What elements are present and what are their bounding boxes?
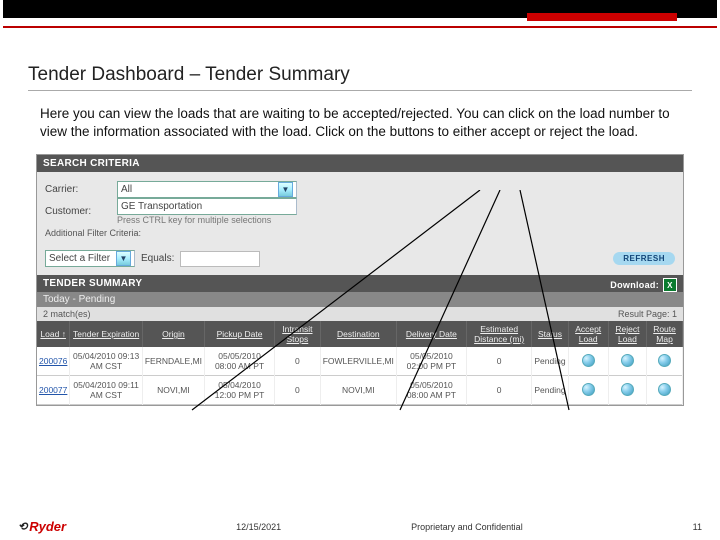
route-map-button[interactable] bbox=[658, 354, 671, 367]
carrier-select[interactable]: All ▼ bbox=[117, 181, 297, 198]
description: Here you can view the loads that are wai… bbox=[28, 105, 692, 140]
col-intransit[interactable]: Intransit Stops bbox=[275, 321, 321, 347]
col-tender-exp[interactable]: Tender Expiration bbox=[70, 321, 142, 347]
table-row: 20007605/04/2010 09:13 AM CSTFERNDALE,MI… bbox=[37, 347, 683, 376]
carrier-label: Carrier: bbox=[45, 184, 107, 195]
col-pickup[interactable]: Pickup Date bbox=[205, 321, 275, 347]
cell-origin: FERNDALE,MI bbox=[142, 347, 204, 376]
cell-pickup: 05/04/2010 12:00 PM PT bbox=[205, 376, 275, 405]
customer-value: GE Transportation bbox=[121, 201, 202, 212]
top-brand-bar bbox=[3, 0, 717, 28]
col-load[interactable]: Load ↑ bbox=[37, 321, 70, 347]
col-delivery[interactable]: Delivery Date bbox=[396, 321, 466, 347]
col-dest[interactable]: Destination bbox=[320, 321, 396, 347]
cell-pickup: 05/05/2010 08:00 AM PT bbox=[205, 347, 275, 376]
summary-header-text: TENDER SUMMARY bbox=[43, 278, 142, 289]
download-label: Download: bbox=[610, 280, 659, 290]
chevron-down-icon: ▼ bbox=[278, 182, 293, 197]
load-link[interactable]: 200076 bbox=[39, 356, 67, 366]
equals-label: Equals: bbox=[141, 253, 174, 264]
multi-hint: Press CTRL key for multiple selections bbox=[117, 215, 297, 225]
table-row: 20007705/04/2010 09:11 AM CSTNOVI,MI05/0… bbox=[37, 376, 683, 405]
carrier-value: All bbox=[121, 184, 132, 195]
summary-subhead: Today - Pending bbox=[37, 292, 683, 307]
result-page: Result Page: 1 bbox=[618, 309, 677, 319]
footer: ⟲Ryder 12/15/2021 Proprietary and Confid… bbox=[0, 519, 720, 534]
col-map: Route Map bbox=[647, 321, 683, 347]
search-header: SEARCH CRITERIA bbox=[37, 155, 683, 172]
col-origin[interactable]: Origin bbox=[142, 321, 204, 347]
summary-header: TENDER SUMMARY Download: X bbox=[37, 275, 683, 292]
ryder-logo: ⟲Ryder bbox=[18, 519, 66, 534]
customer-label: Customer: bbox=[45, 206, 107, 217]
accept-button[interactable] bbox=[582, 383, 595, 396]
reject-button[interactable] bbox=[621, 383, 634, 396]
cell-dest: FOWLERVILLE,MI bbox=[320, 347, 396, 376]
excel-icon[interactable]: X bbox=[663, 278, 677, 292]
accept-button[interactable] bbox=[582, 354, 595, 367]
footer-date: 12/15/2021 bbox=[236, 522, 281, 532]
load-link[interactable]: 200077 bbox=[39, 385, 67, 395]
match-count: 2 match(es) bbox=[43, 309, 91, 319]
cell-status: Pending bbox=[532, 347, 568, 376]
cell-tender-exp: 05/04/2010 09:11 AM CST bbox=[70, 376, 142, 405]
cell-est: 0 bbox=[466, 376, 531, 405]
chevron-down-icon: ▼ bbox=[116, 251, 131, 266]
filter-select[interactable]: Select a Filter ▼ bbox=[45, 250, 135, 267]
cell-tender-exp: 05/04/2010 09:13 AM CST bbox=[70, 347, 142, 376]
tender-table: Load ↑ Tender Expiration Origin Pickup D… bbox=[37, 321, 683, 405]
col-accept: Accept Load bbox=[568, 321, 608, 347]
col-status[interactable]: Status bbox=[532, 321, 568, 347]
filter-value-input[interactable] bbox=[180, 251, 260, 267]
cell-dest: NOVI,MI bbox=[320, 376, 396, 405]
filter-value: Select a Filter bbox=[49, 253, 110, 264]
page-number: 11 bbox=[693, 522, 702, 532]
cell-delivery: 05/05/2010 02:00 PM PT bbox=[396, 347, 466, 376]
app-screenshot: SEARCH CRITERIA Carrier: All ▼ Customer:… bbox=[36, 154, 684, 406]
refresh-button[interactable]: REFRESH bbox=[613, 252, 675, 265]
col-reject: Reject Load bbox=[608, 321, 646, 347]
route-map-button[interactable] bbox=[658, 383, 671, 396]
page-title: Tender Dashboard – Tender Summary bbox=[28, 64, 692, 91]
cell-intransit: 0 bbox=[275, 376, 321, 405]
reject-button[interactable] bbox=[621, 354, 634, 367]
cell-status: Pending bbox=[532, 376, 568, 405]
addl-filter-label: Additional Filter Criteria: bbox=[45, 228, 675, 238]
cell-est: 0 bbox=[466, 347, 531, 376]
footer-confidential: Proprietary and Confidential bbox=[411, 522, 523, 532]
cell-origin: NOVI,MI bbox=[142, 376, 204, 405]
cell-delivery: 05/05/2010 08:00 AM PT bbox=[396, 376, 466, 405]
customer-select[interactable]: GE Transportation bbox=[117, 198, 297, 215]
col-est[interactable]: Estimated Distance (mi) bbox=[466, 321, 531, 347]
cell-intransit: 0 bbox=[275, 347, 321, 376]
